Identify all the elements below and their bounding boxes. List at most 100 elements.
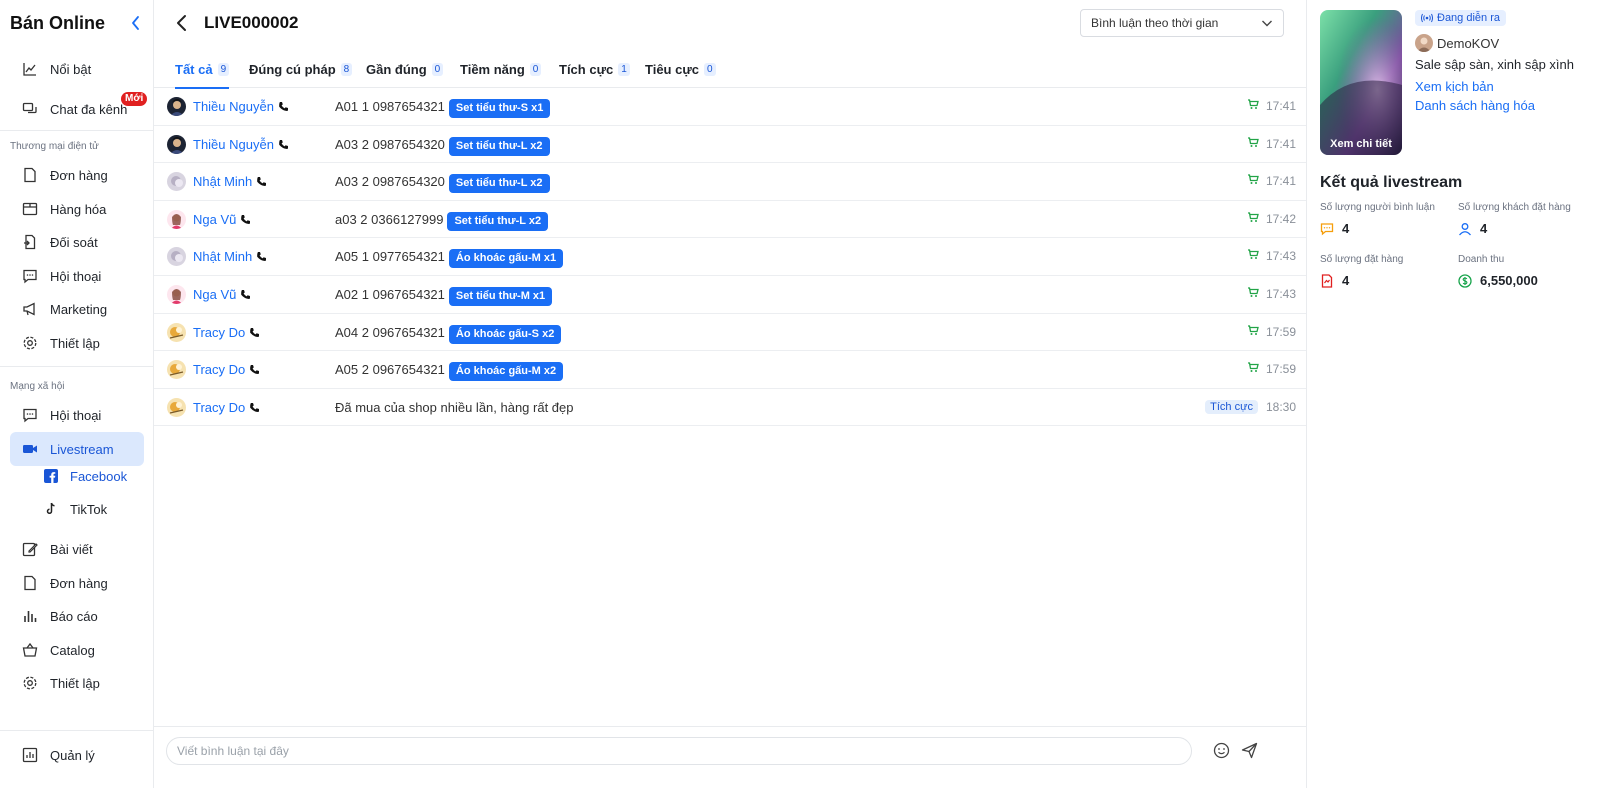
commenter-name[interactable]: Nga Vũ	[193, 287, 251, 302]
commenter-name[interactable]: Nhật Minh	[193, 249, 267, 264]
order-tag[interactable]: Áo khoác gấu-M x2	[448, 362, 564, 382]
comment-row[interactable]: Nhật Minh A05 1 0977654321 Áo khoác gấu-M …	[154, 238, 1306, 276]
sidebar-item-don-hang[interactable]: Đơn hàng	[10, 158, 144, 192]
product-list-link[interactable]: Danh sách hàng hóa	[1415, 98, 1535, 113]
comment-row[interactable]: Thiều Nguyễn A01 1 0987654321 Set tiểu thư…	[154, 88, 1306, 126]
tab-dung-cu-phap[interactable]: Đúng cú pháp 8	[249, 50, 353, 88]
megaphone-icon	[22, 301, 38, 317]
sidebar-item-bai-viet[interactable]: Bài viết	[10, 532, 144, 566]
comment-input[interactable]	[166, 737, 1192, 765]
commenter-name[interactable]: Nhật Minh	[193, 174, 267, 189]
comment-text: a03 2 0366127999	[335, 211, 444, 227]
comment-time: 17:41	[1265, 136, 1296, 151]
dollar-icon	[1458, 273, 1472, 288]
commenter-name-text: Nga Vũ	[193, 286, 237, 302]
sidebar-item-hoi-thoai-social[interactable]: Hội thoại	[10, 398, 144, 432]
divider	[0, 130, 154, 131]
avatar	[167, 172, 186, 192]
sidebar-subitem-facebook[interactable]: Facebook	[44, 463, 127, 489]
cart-icon	[1247, 324, 1259, 335]
facebook-icon	[44, 469, 58, 483]
send-icon[interactable]	[1241, 742, 1258, 759]
sidebar-item-label: Hội thoại	[50, 268, 102, 284]
commenter-name-text: Nhật Minh	[193, 174, 253, 190]
sidebar-item-hang-hoa[interactable]: Hàng hóa	[10, 192, 144, 226]
sort-dropdown-value: Bình luận theo thời gian	[1091, 16, 1219, 30]
section-label-social: Mạng xã hội	[10, 381, 65, 392]
comment-row[interactable]: Nga Vũ A02 1 0967654321 Set tiểu thư-M x1 1…	[154, 276, 1306, 314]
sidebar-item-quan-ly[interactable]: Quản lý	[10, 738, 144, 772]
commenter-name[interactable]: Nga Vũ	[193, 212, 251, 227]
commenter-name[interactable]: Thiều Nguyễn	[193, 137, 289, 152]
chart-area-icon	[22, 61, 38, 77]
sidebar-subitem-tiktok[interactable]: TikTok	[44, 496, 107, 522]
comment-row[interactable]: Tracy Do A05 2 0967654321 Áo khoác gấu-M x…	[154, 351, 1306, 389]
commenter-name-text: Thiều Nguyễn	[193, 136, 274, 152]
message-icon	[22, 407, 38, 423]
tab-gan-dung[interactable]: Gần đúng 0	[366, 50, 444, 88]
tab-tiem-nang[interactable]: Tiềm năng 0	[460, 50, 542, 88]
sidebar-item-label: Livestream	[50, 441, 114, 457]
phone-icon	[250, 402, 260, 412]
sidebar-item-thiet-lap[interactable]: Thiết lập	[10, 326, 144, 360]
comment-icon	[1320, 222, 1334, 235]
comment-row[interactable]: Tracy Do A04 2 0967654321 Áo khoác gấu-S x…	[154, 314, 1306, 352]
chat-icon	[22, 101, 38, 117]
comment-row[interactable]: Nga Vũ a03 2 0366127999 Set tiểu thư-L x2 1…	[154, 201, 1306, 239]
sidebar-item-thiet-lap-social[interactable]: Thiết lập	[10, 666, 144, 700]
tab-tat-ca[interactable]: Tất cả 9	[175, 50, 230, 89]
comment-time: 17:42	[1265, 211, 1296, 226]
order-tag[interactable]: Set tiểu thư-L x2	[448, 136, 550, 156]
sidebar-subitem-label: TikTok	[70, 501, 108, 517]
back-icon[interactable]	[174, 13, 190, 33]
stat-label: Số lượng đặt hàng	[1320, 254, 1404, 265]
sidebar-item-label: Bài viết	[50, 541, 93, 557]
comment-text: A03 2 0987654320	[335, 136, 445, 152]
phone-icon	[279, 139, 288, 149]
comment-text: A05 1 0977654321	[335, 249, 445, 265]
order-tag[interactable]: Áo khoác gấu-M x1	[448, 249, 564, 269]
order-tag[interactable]: Set tiểu thư-S x1	[448, 99, 551, 118]
stat-orders: Số lượng đặt hàng 4	[1320, 254, 1460, 288]
tab-tich-cuc[interactable]: Tích cực 1	[559, 50, 630, 88]
reconcile-icon	[22, 234, 38, 250]
sidebar-item-noi-bat[interactable]: Nổi bật	[10, 52, 144, 86]
comment-meta: 17:41	[1247, 99, 1296, 113]
sidebar-item-catalog[interactable]: Catalog	[10, 633, 144, 667]
commenter-name[interactable]: Tracy Do	[193, 325, 260, 340]
comment-text: A03 2 0987654320	[335, 174, 445, 190]
comment-text-wrap: A01 1 0987654321 Set tiểu thư-S x1	[335, 99, 551, 118]
sidebar-item-marketing[interactable]: Marketing	[10, 292, 144, 326]
livestream-title: Sale sập sàn, xinh sập xình	[1415, 57, 1574, 72]
commenter-name[interactable]: Thiều Nguyễn	[193, 99, 289, 114]
comment-row[interactable]: Nhật Minh A03 2 0987654320 Set tiểu thư-L …	[154, 163, 1306, 201]
comment-row[interactable]: Tracy Do Đã mua của shop nhiều lần, hàng …	[154, 389, 1306, 427]
livestream-thumbnail[interactable]: Xem chi tiết	[1320, 10, 1402, 155]
cart-icon	[1247, 249, 1259, 260]
cart-icon	[1247, 287, 1259, 297]
order-tag[interactable]: Set tiểu thư-M x1	[448, 286, 553, 306]
sort-dropdown[interactable]: Bình luận theo thời gian	[1080, 9, 1284, 37]
order-tag[interactable]: Áo khoác gấu-S x2	[448, 324, 562, 344]
avatar	[167, 247, 186, 267]
emoji-icon[interactable]	[1213, 742, 1230, 759]
main-content: LIVE000002 Bình luận theo thời gian Tất …	[154, 0, 1306, 788]
stat-value: 4	[1480, 221, 1488, 236]
tab-tieu-cuc[interactable]: Tiêu cực 0	[645, 50, 716, 88]
sidebar-item-hoi-thoai[interactable]: Hội thoại	[10, 259, 144, 293]
commenter-name[interactable]: Tracy Do	[193, 400, 260, 415]
comment-row[interactable]: Thiều Nguyễn A03 2 0987654320 Set tiểu thư…	[154, 126, 1306, 164]
sidebar-item-bao-cao[interactable]: Báo cáo	[10, 599, 144, 633]
commenter-name-text: Thiều Nguyễn	[193, 99, 274, 114]
tab-label: Tích cực	[559, 61, 614, 77]
sidebar-item-doi-soat[interactable]: Đối soát	[10, 225, 144, 259]
commenter-name[interactable]: Tracy Do	[193, 362, 260, 377]
order-tag[interactable]: Set tiểu thư-L x2	[448, 174, 550, 194]
phone-icon	[257, 252, 267, 262]
order-tag[interactable]: Set tiểu thư-L x2	[447, 211, 549, 231]
sidebar-item-livestream[interactable]: Livestream	[10, 432, 144, 466]
sidebar-item-don-hang-social[interactable]: Đơn hàng	[10, 566, 144, 600]
view-script-link[interactable]: Xem kịch bản	[1415, 79, 1494, 94]
commenter-name-text: Tracy Do	[193, 324, 246, 340]
collapse-sidebar-icon[interactable]	[129, 14, 143, 32]
